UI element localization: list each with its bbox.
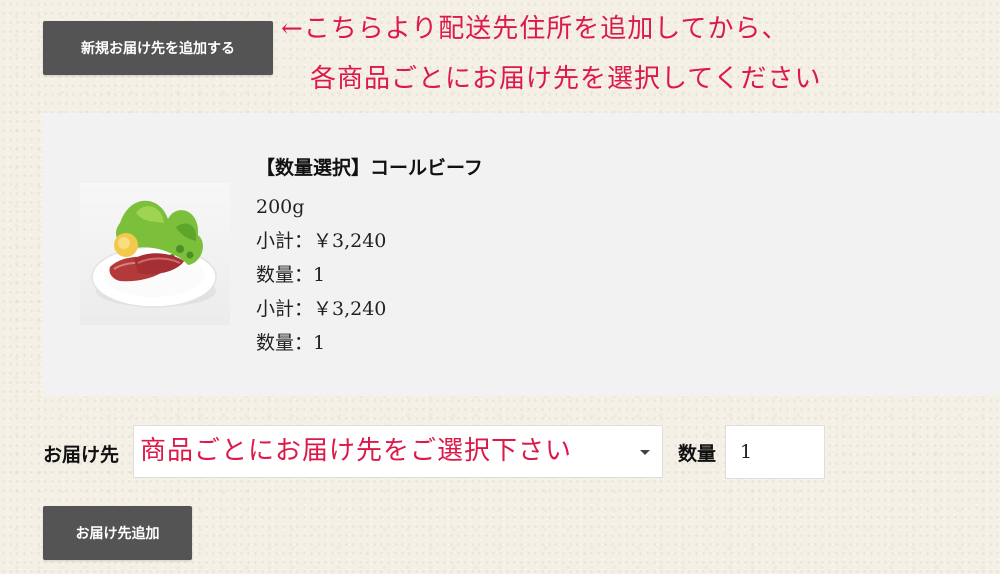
shipping-address-label: お届け先	[43, 444, 120, 466]
cart-item-card: 【数量選択】コールビーフ 200g 小計：￥3,240 数量：1 小計：￥3,2…	[43, 113, 1000, 396]
add-new-address-button[interactable]: 新規お届け先を追加する	[43, 21, 273, 75]
item-weight: 200g	[256, 196, 305, 218]
shipping-address-select-value: 商品ごとにお届け先をご選択下さい	[140, 436, 573, 466]
instruction-note-line1: ←こちらより配送先住所を追加してから、	[281, 14, 789, 44]
chevron-down-icon	[640, 450, 650, 455]
item-quantity: 数量：1	[256, 332, 326, 354]
item-details: 200g 小計：￥3,240 数量：1 小計：￥3,240 数量：1	[256, 195, 386, 365]
add-shipping-destination-button[interactable]: お届け先追加	[43, 506, 192, 560]
product-image	[80, 183, 230, 325]
instruction-note-line2: 各商品ごとにお届け先を選択してください	[310, 64, 822, 94]
quantity-label: 数量	[678, 443, 717, 465]
quantity-input[interactable]	[725, 425, 825, 479]
shipping-address-select[interactable]: 商品ごとにお届け先をご選択下さい	[133, 425, 663, 478]
item-subtotal: 小計：￥3,240	[256, 230, 387, 252]
item-name: 【数量選択】コールビーフ	[256, 157, 483, 179]
item-subtotal: 小計：￥3,240	[256, 298, 387, 320]
item-quantity: 数量：1	[256, 264, 326, 286]
